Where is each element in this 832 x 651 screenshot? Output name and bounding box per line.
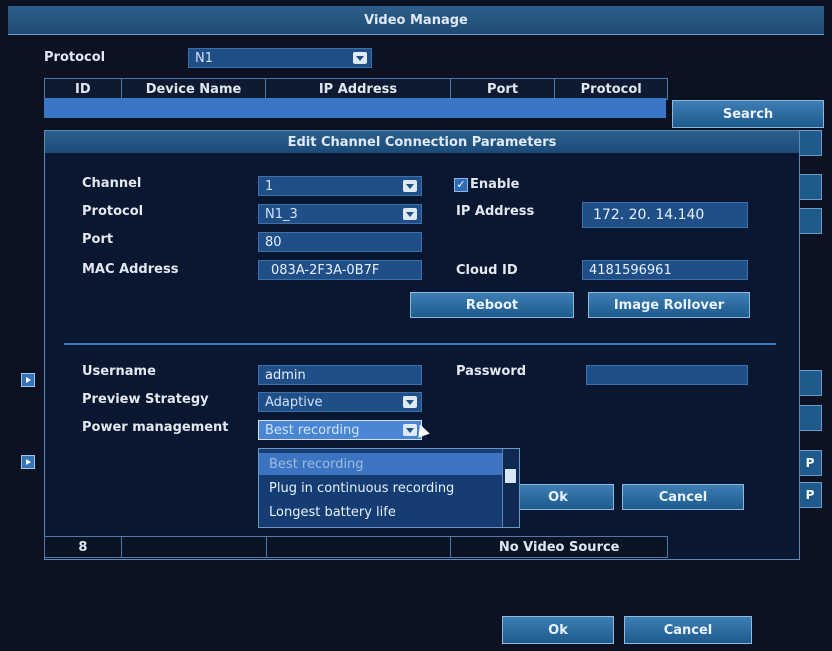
row-id: 8 — [45, 537, 122, 557]
preview-strategy-select[interactable]: Adaptive — [258, 392, 422, 412]
port-label: Port — [82, 232, 114, 247]
chevron-down-icon — [403, 208, 417, 220]
mac-address-label: MAC Address — [82, 262, 179, 277]
enable-label: Enable — [470, 177, 520, 192]
cloud-id-field: 4181596961 — [582, 260, 748, 280]
mac-address-field: 083A-2F3A-0B7F — [258, 260, 422, 280]
table-row[interactable] — [44, 98, 666, 118]
enable-checkbox[interactable]: ✓ — [454, 178, 468, 192]
username-input[interactable]: admin — [258, 365, 422, 385]
ip-address-input[interactable]: 172. 20. 14.140 — [582, 202, 748, 228]
side-tile-p[interactable]: P — [798, 482, 822, 508]
channel-value: 1 — [265, 178, 274, 194]
table-row[interactable]: 8 No Video Source — [44, 536, 668, 558]
cancel-button[interactable]: Cancel — [624, 616, 752, 644]
scrollbar-thumb[interactable] — [505, 469, 516, 483]
side-tile[interactable] — [798, 208, 822, 234]
column-port[interactable]: Port — [451, 79, 556, 99]
column-device-name[interactable]: Device Name — [122, 79, 267, 99]
dialog-title: Edit Channel Connection Parameters — [45, 131, 799, 153]
protocol-filter-label: Protocol — [44, 50, 106, 65]
dropdown-option-plug-in-continuous-recording[interactable]: Plug in continuous recording — [259, 477, 503, 499]
column-ip-address[interactable]: IP Address — [266, 79, 451, 99]
column-id[interactable]: ID — [45, 79, 122, 99]
preview-strategy-value: Adaptive — [265, 394, 323, 410]
protocol-value: N1_3 — [265, 206, 298, 222]
video-manage-screen: Video Manage Protocol N1 ID Device Name … — [0, 0, 832, 651]
port-input[interactable]: 80 — [258, 232, 422, 252]
protocol-select[interactable]: N1_3 — [258, 204, 422, 224]
preview-strategy-label: Preview Strategy — [82, 392, 209, 407]
protocol-filter-select[interactable]: N1 — [188, 48, 372, 68]
right-side-strip: P P — [798, 100, 822, 540]
dialog-cancel-button[interactable]: Cancel — [622, 484, 744, 510]
row-device-name — [122, 537, 267, 557]
password-input[interactable] — [586, 365, 748, 385]
power-management-select[interactable]: Best recording — [258, 420, 422, 440]
row-ip-address — [267, 537, 452, 557]
reboot-button[interactable]: Reboot — [410, 292, 574, 318]
side-tile[interactable] — [798, 130, 822, 156]
image-rollover-button[interactable]: Image Rollover — [588, 292, 750, 318]
side-tile[interactable] — [798, 174, 822, 200]
power-management-label: Power management — [82, 420, 229, 435]
play-icon[interactable] — [21, 373, 35, 387]
power-management-dropdown: Best recording Plug in continuous record… — [258, 448, 520, 528]
chevron-down-icon — [403, 180, 417, 192]
side-tile[interactable] — [798, 370, 822, 396]
device-table-header: ID Device Name IP Address Port Protocol — [44, 78, 668, 100]
row-status: No Video Source — [498, 539, 620, 555]
play-icon[interactable] — [21, 455, 35, 469]
chevron-down-icon — [353, 52, 367, 64]
username-label: Username — [82, 364, 156, 379]
channel-label: Channel — [82, 176, 142, 191]
section-divider — [64, 343, 776, 345]
channel-select[interactable]: 1 — [258, 176, 422, 196]
protocol-filter-value: N1 — [195, 50, 213, 66]
side-tile-p[interactable]: P — [798, 450, 822, 476]
dropdown-scrollbar[interactable] — [502, 449, 519, 527]
window-title: Video Manage — [8, 6, 824, 35]
ok-button[interactable]: Ok — [502, 616, 614, 644]
dropdown-option-best-recording[interactable]: Best recording — [259, 453, 503, 475]
ip-address-label: IP Address — [456, 204, 535, 219]
power-management-value: Best recording — [265, 422, 360, 438]
chevron-down-icon — [403, 396, 417, 408]
protocol-label: Protocol — [82, 204, 144, 219]
cloud-id-label: Cloud ID — [456, 263, 518, 278]
column-protocol[interactable]: Protocol — [555, 79, 667, 99]
side-tile[interactable] — [798, 405, 822, 431]
dropdown-option-longest-battery-life[interactable]: Longest battery life — [259, 501, 503, 523]
password-label: Password — [456, 364, 527, 379]
